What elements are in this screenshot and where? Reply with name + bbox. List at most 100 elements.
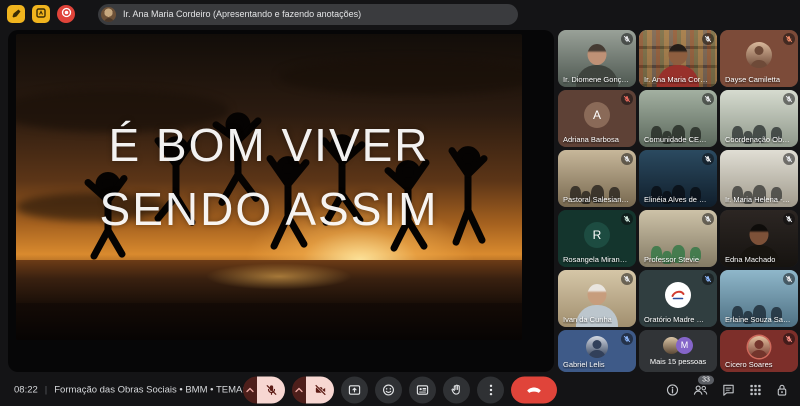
host-controls-button[interactable] <box>776 383 788 396</box>
more-options-button[interactable] <box>477 376 504 403</box>
mic-muted-icon <box>704 215 712 223</box>
participant-tile[interactable]: Elinéia Alves de Lima P... <box>639 150 717 207</box>
participant-name: Dayse Camiletta <box>725 75 780 84</box>
meeting-title: Formação das Obras Sociais • BMM • TEMA:… <box>54 384 268 395</box>
avatar <box>748 336 770 358</box>
annotation-pen-button[interactable] <box>7 5 25 23</box>
participant-tile[interactable]: Professor Stevie <box>639 210 717 267</box>
mic-muted-icon <box>785 35 793 43</box>
chat-button[interactable] <box>722 383 735 396</box>
mic-muted-icon <box>704 35 712 43</box>
avatar: A <box>584 102 610 128</box>
activities-grid-icon <box>749 383 762 396</box>
mic-muted-icon <box>623 35 631 43</box>
participant-tile[interactable]: Cicero Soares <box>720 330 798 372</box>
participant-tile[interactable]: Pastoral Salesianas <box>558 150 636 207</box>
mic-muted-badge <box>621 33 633 45</box>
presenter-banner-text: Ir. Ana Maria Cordeiro (Apresentando e f… <box>123 9 361 19</box>
participant-tile[interactable]: Comunidade CEPOI <box>639 90 717 147</box>
captions-icon <box>416 383 429 396</box>
captions-button[interactable] <box>409 376 436 403</box>
participant-name: Erlaine Souza Santos <box>725 315 791 324</box>
person-head <box>750 224 769 245</box>
camera-options-button[interactable] <box>292 376 306 403</box>
mic-muted-icon <box>785 215 793 223</box>
end-call-button[interactable] <box>511 376 557 403</box>
participant-name: Comunidade CEPOI <box>644 135 710 144</box>
mic-muted-icon <box>785 95 793 103</box>
call-controls <box>243 376 557 403</box>
participant-name: Ir. Diomene Gonçalves <box>563 75 629 84</box>
participant-name: Oratório Madre Moran... <box>644 315 710 324</box>
info-separator: | <box>45 384 47 395</box>
end-call-icon <box>526 386 542 394</box>
participant-name: Edna Machado <box>725 255 775 264</box>
mic-mute-button[interactable] <box>257 376 285 403</box>
mic-muted-badge <box>783 273 795 285</box>
participant-tile[interactable]: AAdriana Barbosa <box>558 90 636 147</box>
annotation-pen-icon <box>11 5 21 23</box>
participant-tile[interactable]: Ir. Maria Helena - Diret... <box>720 150 798 207</box>
mic-muted-icon <box>704 95 712 103</box>
more-options-icon <box>489 383 493 396</box>
camera-muted-icon <box>314 383 327 396</box>
avatar-photo-head <box>755 46 764 55</box>
participant-tile[interactable]: Gabriel Lelis <box>558 330 636 372</box>
mic-muted-badge <box>702 93 714 105</box>
avatar-initial: A <box>593 108 601 122</box>
bottom-bar: 08:22 | Formação das Obras Sociais • BMM… <box>0 373 800 406</box>
participant-tile[interactable]: Ivan da Cunha <box>558 270 636 327</box>
mic-muted-badge <box>621 213 633 225</box>
presenter-banner: Ir. Ana Maria Cordeiro (Apresentando e f… <box>98 4 518 25</box>
participant-name: Elinéia Alves de Lima P... <box>644 195 710 204</box>
avatar-photo-head <box>593 340 602 349</box>
mic-muted-badge <box>621 153 633 165</box>
person-head <box>588 44 607 65</box>
participant-name: Rosangela Miranda Sa... <box>563 255 629 264</box>
avatar-photo-body <box>751 350 768 358</box>
participant-tile[interactable]: Edna Machado <box>720 210 798 267</box>
participant-tile[interactable]: RRosangela Miranda Sa... <box>558 210 636 267</box>
annotation-panel-button[interactable] <box>32 5 50 23</box>
people-button[interactable]: 33 <box>693 383 708 396</box>
participant-name: Pastoral Salesianas <box>563 195 629 204</box>
record-button[interactable] <box>57 5 75 23</box>
oratorio-logo-icon <box>668 285 688 305</box>
person-head <box>669 44 688 65</box>
mic-muted-badge <box>702 33 714 45</box>
presentation-stage[interactable]: É BOM VIVER SENDO ASSIM <box>8 30 554 372</box>
mic-muted-icon <box>785 155 793 163</box>
participant-name: Ir. Ana Maria Cordeiro <box>644 75 710 84</box>
participant-tile[interactable]: M Mais 15 pessoas <box>639 330 717 372</box>
presenter-avatar <box>101 7 116 22</box>
mic-muted-badge <box>621 333 633 345</box>
overflow-avatars: M <box>663 337 693 354</box>
participant-count-badge: 33 <box>698 375 714 384</box>
mic-muted-badge <box>702 273 714 285</box>
lock-icon <box>776 383 788 396</box>
participant-tile[interactable]: Ir. Ana Maria Cordeiro <box>639 30 717 87</box>
mic-options-button[interactable] <box>243 376 257 403</box>
camera-off-button[interactable] <box>306 376 334 403</box>
overflow-participants: M Mais 15 pessoas <box>639 330 717 372</box>
raise-hand-icon <box>450 383 463 396</box>
mic-muted-badge <box>702 213 714 225</box>
mic-muted-icon <box>623 215 631 223</box>
mic-muted-icon <box>623 95 631 103</box>
participant-tile[interactable]: Ir. Diomene Gonçalves <box>558 30 636 87</box>
chevron-up-icon <box>295 387 303 392</box>
mic-muted-icon <box>623 155 631 163</box>
activities-button[interactable] <box>749 383 762 396</box>
mic-muted-icon <box>704 275 712 283</box>
participant-tile[interactable]: Coordenação Obra Pr... <box>720 90 798 147</box>
present-button[interactable] <box>341 376 368 403</box>
raise-hand-button[interactable] <box>443 376 470 403</box>
person-head <box>588 284 607 305</box>
participants-grid: Ir. Diomene Gonçalves Ir. Ana Maria Cord… <box>558 30 798 372</box>
mic-control <box>243 376 285 403</box>
meeting-details-button[interactable] <box>666 383 679 396</box>
reactions-button[interactable] <box>375 376 402 403</box>
participant-tile[interactable]: Erlaine Souza Santos <box>720 270 798 327</box>
participant-tile[interactable]: Oratório Madre Moran... <box>639 270 717 327</box>
participant-tile[interactable]: Dayse Camiletta <box>720 30 798 87</box>
